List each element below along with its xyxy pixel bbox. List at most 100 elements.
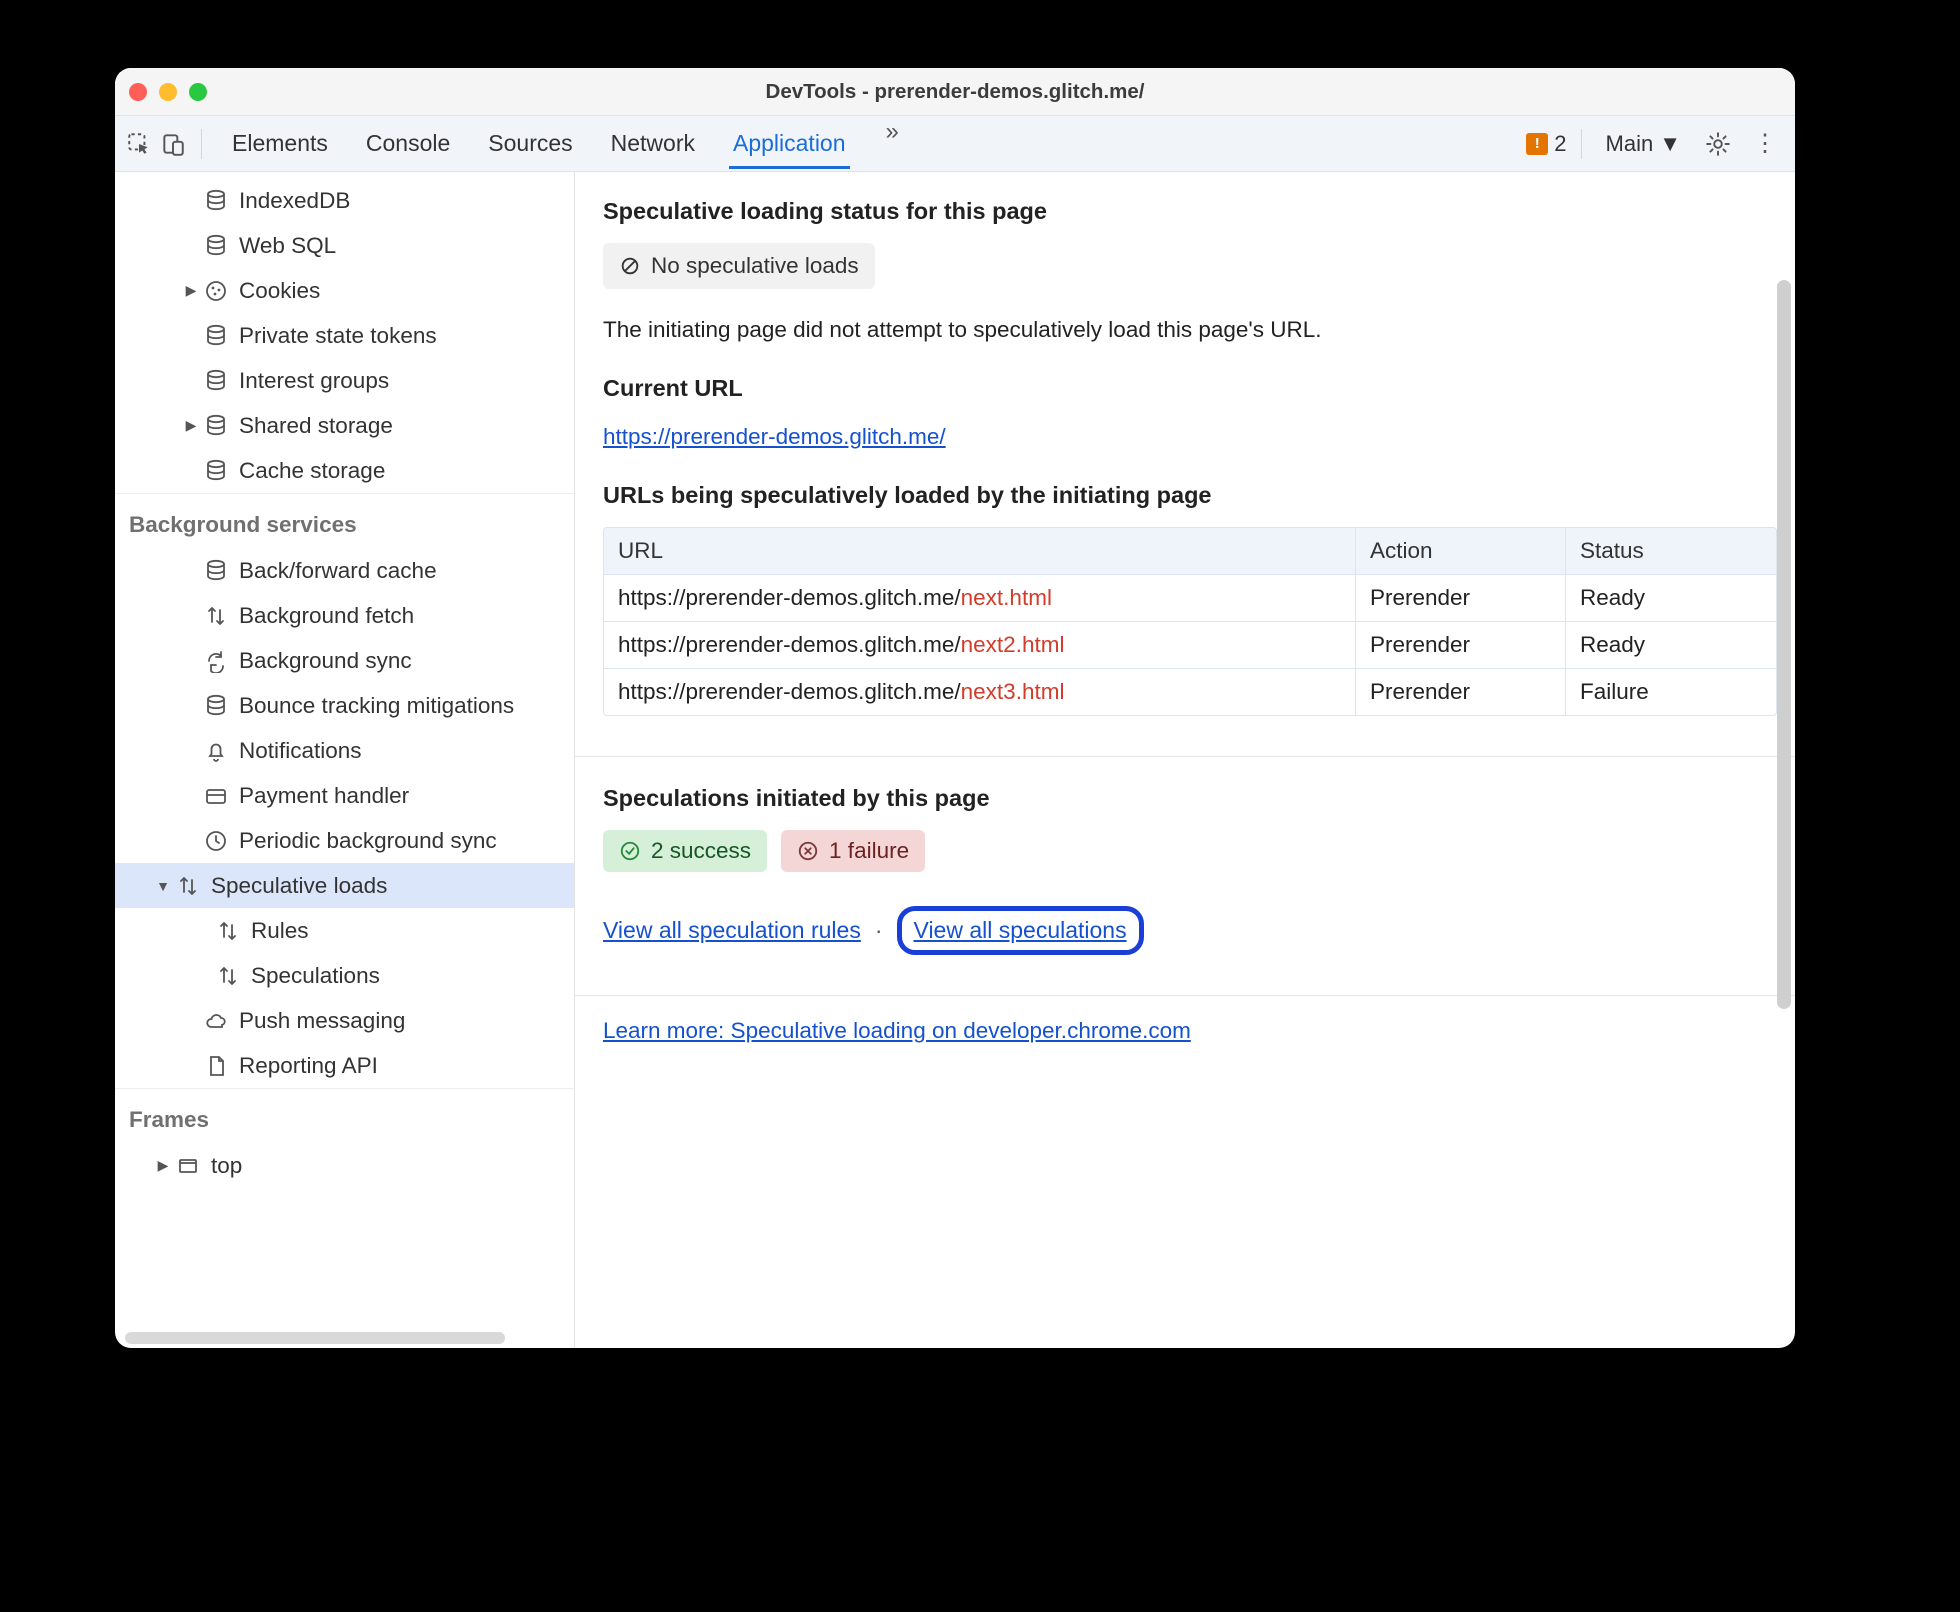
sidebar-item-cookies[interactable]: ▶ Cookies [115, 268, 574, 313]
toolbar-divider [201, 129, 202, 159]
sidebar-item-websql[interactable]: Web SQL [115, 223, 574, 268]
close-window-button[interactable] [129, 83, 147, 101]
sidebar-item-rules[interactable]: Rules [115, 908, 574, 953]
sidebar-item-indexeddb[interactable]: IndexedDB [115, 178, 574, 223]
tab-application[interactable]: Application [729, 118, 850, 169]
clock-icon [203, 828, 229, 854]
highlight-callout: View all speculations [897, 906, 1144, 955]
disclosure-triangle-icon[interactable]: ▶ [183, 417, 199, 434]
card-icon [203, 783, 229, 809]
target-selector[interactable]: Main ▼ [1596, 131, 1691, 157]
sidebar-item-notif[interactable]: Notifications [115, 728, 574, 773]
db-icon [203, 693, 229, 719]
sidebar-item-shared[interactable]: ▶ Shared storage [115, 403, 574, 448]
tab-console[interactable]: Console [362, 118, 454, 169]
device-toggle-icon[interactable] [159, 130, 187, 158]
section-divider [575, 995, 1795, 996]
horizontal-scrollbar[interactable] [125, 1332, 505, 1344]
status-chip-label: No speculative loads [651, 253, 859, 279]
tab-sources[interactable]: Sources [484, 118, 576, 169]
success-chip-label: 2 success [651, 838, 751, 864]
disclosure-triangle-icon[interactable]: ▼ [155, 878, 171, 894]
col-status[interactable]: Status [1566, 528, 1776, 574]
titlebar: DevTools - prerender-demos.glitch.me/ [115, 68, 1795, 116]
ban-icon [619, 255, 641, 277]
sync-icon [203, 648, 229, 674]
sidebar-item-label: Payment handler [239, 783, 409, 809]
check-circle-icon [619, 840, 641, 862]
warning-icon: ! [1526, 133, 1548, 155]
sidebar-item-push[interactable]: Push messaging [115, 998, 574, 1043]
section-background-services: Background services [115, 493, 574, 548]
sidebar-item-label: top [211, 1153, 242, 1179]
status-description: The initiating page did not attempt to s… [603, 313, 1777, 347]
view-all-speculations-link[interactable]: View all speculations [914, 917, 1127, 943]
sidebar-item-report[interactable]: Reporting API [115, 1043, 574, 1088]
warning-count: 2 [1554, 131, 1566, 157]
separator-dot: · [875, 917, 883, 944]
issues-counter[interactable]: ! 2 [1526, 131, 1566, 157]
col-url[interactable]: URL [604, 528, 1356, 574]
minimize-window-button[interactable] [159, 83, 177, 101]
sidebar-item-frame-top[interactable]: ▶ top [115, 1143, 574, 1188]
sidebar-item-bounce[interactable]: Bounce tracking mitigations [115, 683, 574, 728]
db-icon [203, 558, 229, 584]
db-icon [203, 188, 229, 214]
table-row[interactable]: https://prerender-demos.glitch.me/next.h… [604, 574, 1776, 621]
sidebar-item-label: Bounce tracking mitigations [239, 693, 514, 719]
status-heading: Speculative loading status for this page [603, 198, 1777, 225]
vertical-scrollbar[interactable] [1777, 280, 1791, 1009]
sidebar-item-label: Push messaging [239, 1008, 405, 1034]
db-icon [203, 323, 229, 349]
failure-chip: 1 failure [781, 830, 925, 872]
section-frames: Frames [115, 1088, 574, 1143]
col-action[interactable]: Action [1356, 528, 1566, 574]
application-main-panel: Speculative loading status for this page… [575, 172, 1795, 1348]
urls-heading: URLs being speculatively loaded by the i… [603, 482, 1777, 509]
sidebar-item-label: IndexedDB [239, 188, 350, 214]
speculative-urls-table: URL Action Status https://prerender-demo… [603, 527, 1777, 716]
more-tabs-button[interactable]: » [880, 118, 905, 169]
table-row[interactable]: https://prerender-demos.glitch.me/next3.… [604, 668, 1776, 715]
db-icon [203, 413, 229, 439]
learn-more-link[interactable]: Learn more: Speculative loading on devel… [603, 1018, 1191, 1043]
sidebar-item-speculations[interactable]: Speculations [115, 953, 574, 998]
sidebar-item-payment[interactable]: Payment handler [115, 773, 574, 818]
cookie-icon [203, 278, 229, 304]
current-url-heading: Current URL [603, 375, 1777, 402]
sidebar-item-bgfetch[interactable]: Background fetch [115, 593, 574, 638]
cell-action: Prerender [1356, 668, 1566, 715]
tab-network[interactable]: Network [607, 118, 699, 169]
sidebar-item-pst[interactable]: Private state tokens [115, 313, 574, 358]
disclosure-triangle-icon[interactable]: ▶ [183, 282, 199, 299]
window-title: DevTools - prerender-demos.glitch.me/ [115, 80, 1795, 104]
disclosure-triangle-icon[interactable]: ▶ [155, 1157, 171, 1174]
application-sidebar[interactable]: IndexedDB Web SQL ▶ Cookies Private stat… [115, 172, 575, 1348]
sidebar-item-label: Periodic background sync [239, 828, 497, 854]
sidebar-item-label: Reporting API [239, 1053, 378, 1079]
cell-url: https://prerender-demos.glitch.me/next.h… [604, 574, 1356, 621]
current-url-link[interactable]: https://prerender-demos.glitch.me/ [603, 424, 946, 449]
sidebar-item-bgsync[interactable]: Background sync [115, 638, 574, 683]
sidebar-item-label: Background fetch [239, 603, 414, 629]
sidebar-item-label: Cookies [239, 278, 320, 304]
view-all-rules-link[interactable]: View all speculation rules [603, 917, 861, 944]
table-row[interactable]: https://prerender-demos.glitch.me/next2.… [604, 621, 1776, 668]
doc-icon [203, 1053, 229, 1079]
sidebar-item-speculative-loads[interactable]: ▼ Speculative loads [115, 863, 574, 908]
zoom-window-button[interactable] [189, 83, 207, 101]
sidebar-item-cache[interactable]: Cache storage [115, 448, 574, 493]
db-icon [203, 233, 229, 259]
sidebar-item-bfcache[interactable]: Back/forward cache [115, 548, 574, 593]
settings-button[interactable] [1697, 131, 1739, 157]
sidebar-item-label: Private state tokens [239, 323, 437, 349]
toolbar-divider [1581, 129, 1582, 159]
sidebar-item-periodic[interactable]: Periodic background sync [115, 818, 574, 863]
sidebar-item-label: Cache storage [239, 458, 385, 484]
sidebar-item-interest[interactable]: Interest groups [115, 358, 574, 403]
target-label: Main [1606, 131, 1654, 157]
kebab-menu-button[interactable]: ⋮ [1745, 129, 1785, 158]
tab-elements[interactable]: Elements [228, 118, 332, 169]
success-chip: 2 success [603, 830, 767, 872]
inspect-element-icon[interactable] [125, 130, 153, 158]
